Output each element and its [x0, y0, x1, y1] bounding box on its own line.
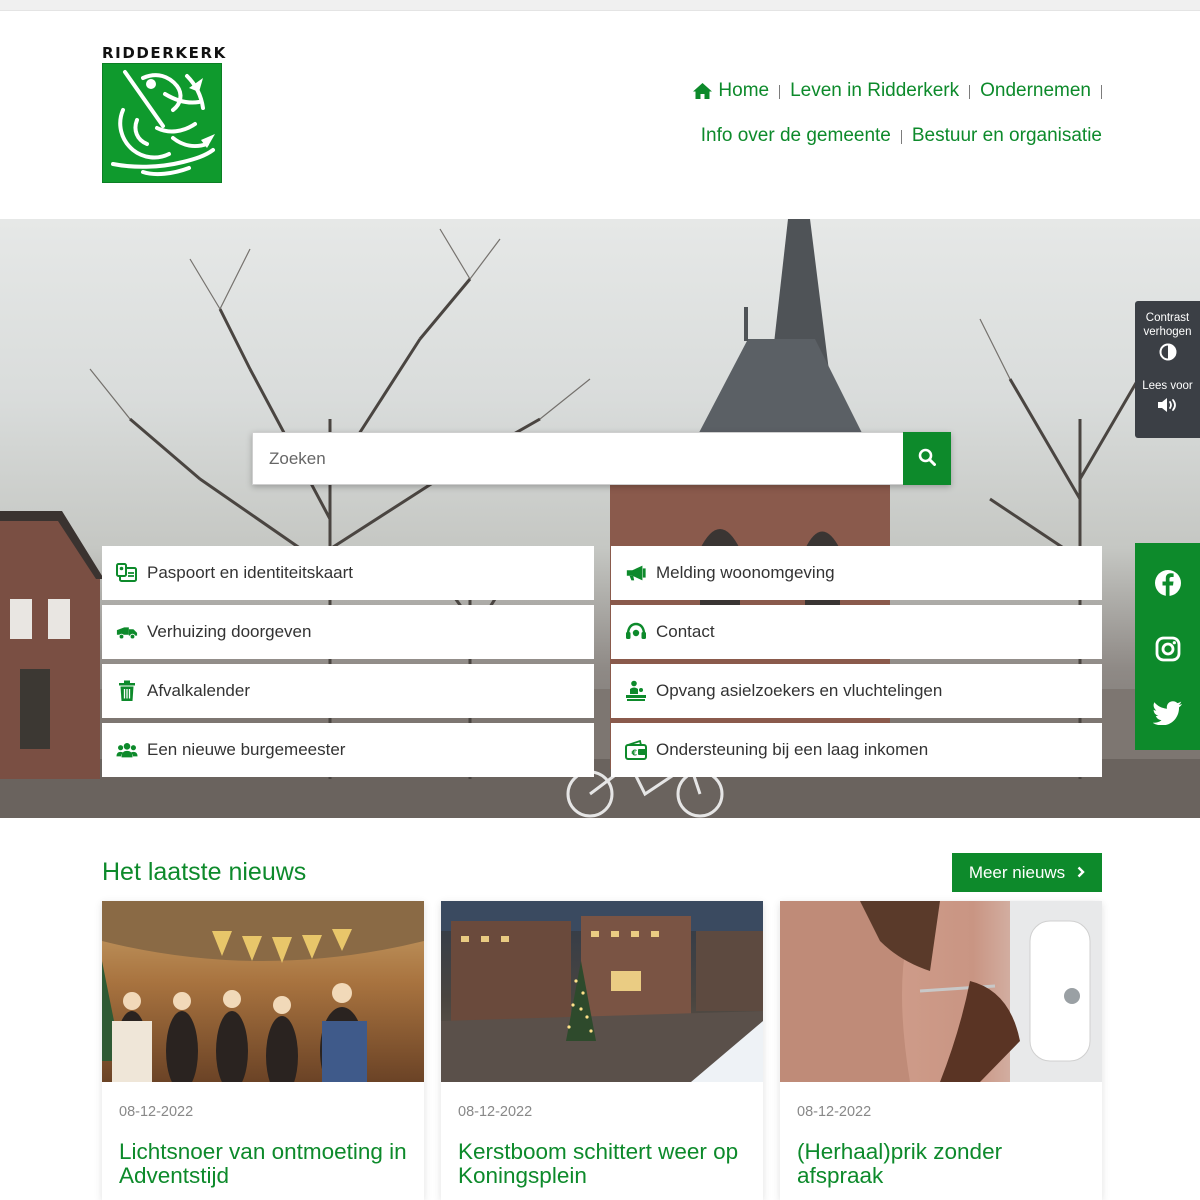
tile-paspoort[interactable]: Paspoort en identiteitskaart — [102, 546, 594, 600]
nav-label: Bestuur en organisatie — [911, 125, 1102, 146]
facebook-icon[interactable] — [1154, 569, 1182, 597]
news-card-title: (Herhaal)prik zonder afspraak — [797, 1139, 1003, 1188]
nav-ondernemen[interactable]: Ondernemen — [970, 79, 1102, 103]
nav-bestuur-en-organisatie[interactable]: Bestuur en organisatie — [902, 124, 1102, 148]
wallet-euro-icon: € — [625, 739, 647, 761]
tile-label: Melding woonomgeving — [656, 563, 835, 582]
more-news-button[interactable]: Meer nieuws — [952, 853, 1102, 892]
nav-label: Leven in Ridderkerk — [790, 80, 960, 101]
news-image — [780, 901, 1102, 1082]
tile-label: Afvalkalender — [147, 681, 251, 700]
news-title: Het laatste nieuws — [102, 858, 307, 886]
news-date: 08-12-2022 — [458, 1104, 533, 1120]
tile-label: Paspoort en identiteitskaart — [147, 563, 354, 582]
site-header: RIDDERKERK Home Leven in Ridderkerk Onde… — [0, 11, 1200, 219]
main-nav: Home Leven in Ridderkerk Ondernemen Info… — [482, 79, 1102, 148]
tile-ondersteuning-laag-inkomen[interactable]: € Ondersteuning bij een laag inkomen — [611, 723, 1102, 777]
nav-label: Info over de gemeente — [700, 125, 891, 146]
logo-text: RIDDERKERK — [102, 44, 227, 62]
news-card-title: Kerstboom schittert weer op Koningsplein — [458, 1139, 739, 1188]
home-icon — [692, 82, 713, 100]
search-button[interactable] — [903, 432, 951, 485]
news-card[interactable]: 08-12-2022 Kerstboom schittert weer op K… — [441, 901, 763, 1200]
nav-home[interactable]: Home — [682, 79, 780, 103]
search-input[interactable] — [252, 432, 903, 485]
news-date: 08-12-2022 — [797, 1104, 872, 1120]
headset-icon — [625, 621, 647, 643]
nav-home-label: Home — [718, 80, 770, 101]
tile-melding-woonomgeving[interactable]: Melding woonomgeving — [611, 546, 1102, 600]
svg-text:€: € — [631, 749, 638, 758]
contrast-toggle[interactable]: Contrast verhogen — [1135, 311, 1200, 365]
search-bar — [252, 432, 951, 485]
instagram-icon[interactable] — [1155, 636, 1181, 662]
search-icon — [918, 448, 936, 469]
ridderkerk-logo[interactable]: RIDDERKERK — [102, 44, 227, 183]
tile-label: Contact — [656, 622, 715, 641]
tile-label: Verhuizing doorgeven — [147, 622, 312, 641]
tile-nieuwe-burgemeester[interactable]: Een nieuwe burgemeester — [102, 723, 594, 777]
news-image — [102, 901, 424, 1082]
id-card-icon — [116, 562, 138, 584]
people-shelter-icon — [625, 680, 647, 702]
moving-truck-icon — [116, 621, 138, 643]
nav-info-over-de-gemeente[interactable]: Info over de gemeente — [691, 124, 903, 148]
news-date: 08-12-2022 — [119, 1104, 194, 1120]
news-card[interactable]: 08-12-2022 Lichtsnoer van ontmoeting in … — [102, 901, 424, 1200]
news-card[interactable]: 08-12-2022 (Herhaal)prik zonder afspraak — [780, 901, 1102, 1200]
news-header: Het laatste nieuws Meer nieuws — [102, 853, 1102, 892]
read-aloud-button[interactable]: Lees voor — [1135, 379, 1200, 417]
accessibility-panel: Contrast verhogen Lees voor — [1135, 301, 1200, 438]
nav-label: Ondernemen — [980, 80, 1091, 101]
nav-leven-in-ridderkerk[interactable]: Leven in Ridderkerk — [780, 79, 971, 103]
chevron-right-icon — [1077, 863, 1085, 883]
news-image — [441, 901, 763, 1082]
contrast-icon — [1159, 343, 1177, 365]
read-aloud-label: Lees voor — [1142, 380, 1193, 392]
tile-afvalkalender[interactable]: Afvalkalender — [102, 664, 594, 718]
logo-emblem — [102, 63, 222, 183]
tile-contact[interactable]: Contact — [611, 605, 1102, 659]
news-card-title: Lichtsnoer van ontmoeting in Adventstijd — [119, 1139, 407, 1188]
tile-label: Opvang asielzoekers en vluchtelingen — [656, 681, 943, 700]
users-icon — [116, 739, 138, 761]
hero-banner: Paspoort en identiteitskaart Melding woo… — [0, 219, 1200, 818]
tile-verhuizing[interactable]: Verhuizing doorgeven — [102, 605, 594, 659]
contrast-label: Contrast verhogen — [1143, 312, 1192, 338]
speaker-icon — [1157, 397, 1179, 417]
top-bar — [0, 0, 1200, 11]
social-links — [1135, 543, 1200, 750]
more-news-label: Meer nieuws — [968, 862, 1066, 882]
trash-icon — [116, 680, 138, 702]
megaphone-icon — [625, 562, 647, 584]
quick-links: Paspoort en identiteitskaart Melding woo… — [102, 546, 1102, 777]
twitter-icon[interactable] — [1152, 700, 1183, 725]
tile-label: Een nieuwe burgemeester — [147, 740, 346, 759]
tile-label: Ondersteuning bij een laag inkomen — [656, 740, 929, 759]
news-list: 08-12-2022 Lichtsnoer van ontmoeting in … — [102, 901, 1102, 1200]
tile-opvang-asielzoekers[interactable]: Opvang asielzoekers en vluchtelingen — [611, 664, 1102, 718]
